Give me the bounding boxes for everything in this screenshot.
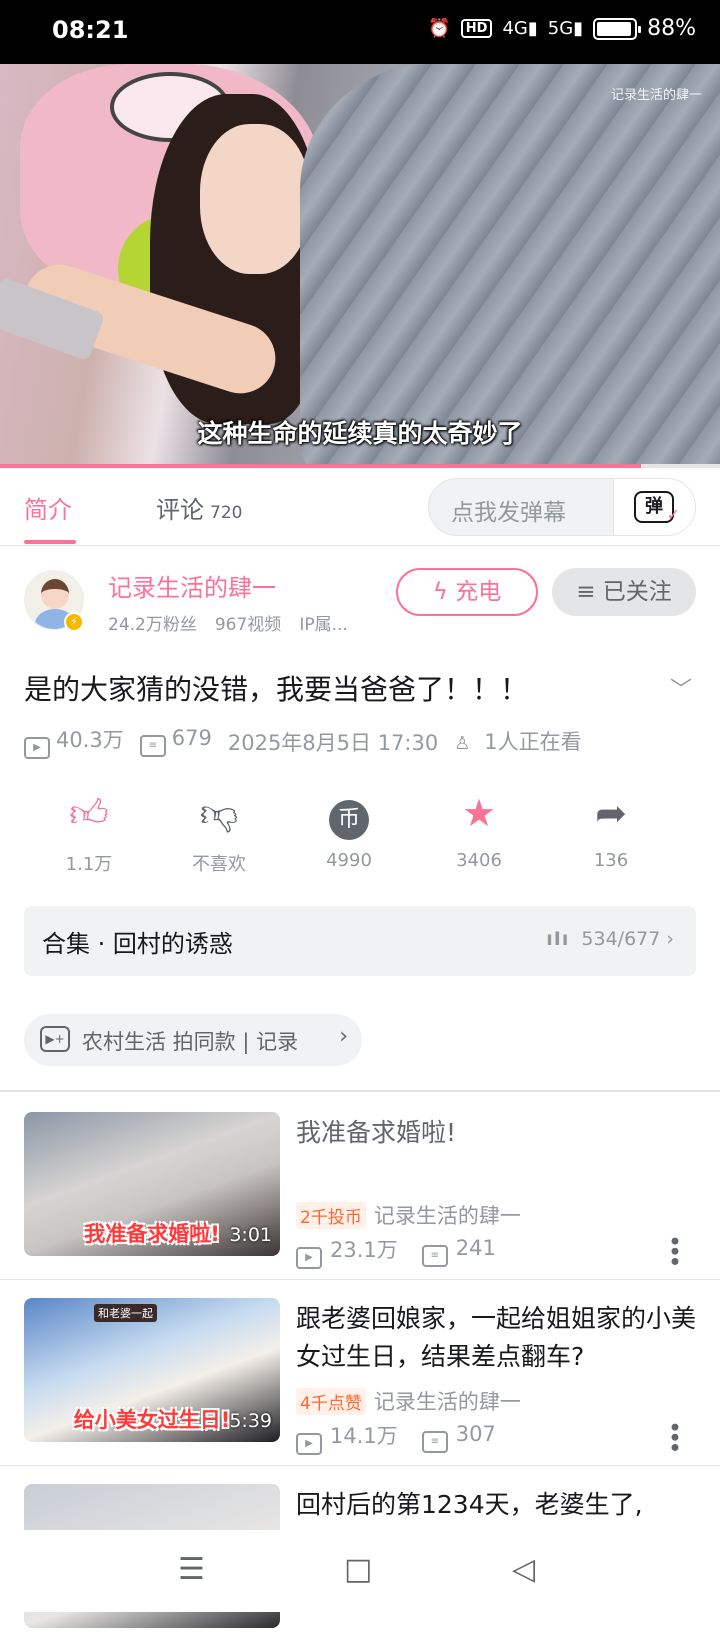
video-subtitle: 这种生命的延续真的太奇妙了	[197, 419, 523, 448]
coin-icon: 币	[329, 800, 369, 840]
uploader-ip: IP属...	[299, 615, 348, 635]
signal-4g-icon: 4G▮	[502, 18, 538, 39]
collection-progress: ıIı 534/677 ›	[546, 928, 674, 950]
tab-underline	[24, 540, 76, 544]
danmaku-stat: ≡ 679	[139, 726, 212, 757]
video-stats: ▶ 40.3万 ≡ 679 2025年8月5日 17:30 ♙ 1人正在看	[24, 724, 582, 759]
back-icon[interactable]: ◁	[512, 1552, 535, 1587]
play-icon: ▶	[296, 1247, 322, 1269]
menu-icon: ≡	[576, 579, 603, 605]
danmaku-count-icon: ≡	[139, 735, 166, 757]
status-time: 08:21	[52, 16, 129, 44]
charge-button[interactable]: ϟ 充电	[396, 568, 538, 616]
star-icon: ★	[461, 791, 497, 835]
uploader-videos: 967视频	[214, 615, 282, 635]
rec-uploader: 2千投币 记录生活的肆一	[296, 1200, 521, 1230]
more-options-icon[interactable]: •••	[660, 1234, 688, 1264]
thumbs-down-icon: 👎︎	[199, 791, 239, 835]
play-icon: ▶	[296, 1433, 322, 1455]
home-icon[interactable]: □	[344, 1552, 372, 1587]
watching-stat: ♙ 1人正在看	[454, 726, 581, 757]
video-watermark: 记录生活的肆一	[610, 88, 702, 103]
more-options-icon[interactable]: •••	[660, 1420, 688, 1450]
danmaku-placeholder: 点我发弹幕	[451, 500, 566, 526]
status-bar: 08:21 ⏰ HD 4G▮ 5G▮ 88%	[0, 0, 720, 64]
tab-comments-label: 评论	[156, 496, 204, 524]
battery-level: 88%	[647, 16, 696, 41]
system-nav-bar: ☰ □ ◁	[0, 1530, 720, 1612]
share-button[interactable]: ➦ 136	[551, 790, 671, 871]
rec-title: 回村后的第1234天，老婆生了,	[296, 1490, 643, 1519]
chevron-right-icon: ›	[666, 928, 674, 950]
chevron-down-icon[interactable]: ﹀	[670, 672, 692, 704]
signal-5g-icon: 5G▮	[547, 18, 584, 39]
list-item[interactable]: 和老婆一起 给小美女过生日! 5:39 跟老婆回娘家，一起给姐姐家的小美女过生日…	[0, 1280, 720, 1466]
publish-date: 2025年8月5日 17:30	[227, 730, 439, 755]
tab-intro[interactable]: 简介	[24, 490, 72, 525]
rec-badge: 2千投币	[296, 1202, 366, 1229]
status-icons: ⏰ HD 4G▮ 5G▮ 88%	[428, 16, 696, 41]
menu-icon[interactable]: ☰	[178, 1552, 205, 1587]
people-icon: ♙	[454, 733, 471, 754]
action-row: 👍︎ 1.1万 👎︎ 不喜欢 币 4990 ★ 3406 ➦ 136	[0, 790, 720, 880]
alarm-icon: ⏰	[428, 18, 451, 39]
lightning-icon: ϟ	[432, 579, 456, 605]
play-icon: ▶	[24, 737, 50, 759]
follow-button[interactable]: ≡ 已关注	[552, 568, 696, 616]
section-divider	[0, 1090, 720, 1092]
share-icon: ➦	[595, 791, 627, 835]
video-duration: 3:01	[229, 1224, 272, 1246]
hd-icon: HD	[460, 19, 493, 38]
video-player[interactable]: 记录生活的肆一 这种生命的延续真的太奇妙了	[0, 64, 720, 468]
rec-uploader: 4千点赞 记录生活的肆一	[296, 1386, 521, 1416]
danmaku-input[interactable]: 点我发弹幕 弹	[428, 478, 696, 536]
like-button[interactable]: 👍︎ 1.1万	[29, 790, 149, 876]
video-template-icon: ▶+	[40, 1026, 70, 1052]
video-duration: 5:39	[229, 1410, 272, 1432]
verified-badge-icon: ⚡	[64, 612, 84, 632]
battery-icon	[593, 17, 642, 40]
topic-tag-text: 农村生活 拍同款 | 记录	[82, 1030, 299, 1054]
collection-name: 合集 · 回村的诱惑	[42, 930, 233, 958]
uploader-fans: 24.2万粉丝	[108, 615, 197, 635]
thumbnail-tag: 和老婆一起	[94, 1304, 157, 1322]
rec-title: 跟老婆回娘家，一起给姐姐家的小美女过生日，结果差点翻车?	[296, 1304, 697, 1371]
video-title: 是的大家猜的没错，我要当爸爸了！！！	[24, 673, 529, 706]
rec-stats: ▶ 23.1万 ≡ 241	[296, 1234, 496, 1269]
thumbs-up-icon: 👍︎	[69, 791, 109, 835]
content-tabs: 简介 评论 720 点我发弹幕 弹	[0, 468, 720, 546]
playlist-icon: ıIı	[546, 928, 570, 950]
chevron-right-icon: ›	[339, 1024, 348, 1049]
rec-title: 我准备求婚啦!	[296, 1118, 457, 1147]
rec-stats: ▶ 14.1万 ≡ 307	[296, 1420, 496, 1455]
danmaku-count-icon: ≡	[421, 1431, 448, 1453]
danmaku-count-icon: ≡	[421, 1245, 448, 1267]
video-thumbnail[interactable]: 我准备求婚啦! 3:01	[24, 1112, 280, 1256]
dislike-button[interactable]: 👎︎ 不喜欢	[159, 790, 279, 876]
uploader-row: ⚡ 记录生活的肆一 24.2万粉丝 967视频 IP属... ϟ 充电 ≡ 已关注	[0, 560, 720, 640]
video-thumbnail[interactable]: 和老婆一起 给小美女过生日! 5:39	[24, 1298, 280, 1442]
uploader-name[interactable]: 记录生活的肆一	[108, 568, 276, 603]
views-stat: ▶ 40.3万	[24, 724, 124, 759]
favorite-button[interactable]: ★ 3406	[419, 790, 539, 871]
danmaku-toggle-button[interactable]: 弹	[613, 479, 695, 535]
collection-bar[interactable]: 合集 · 回村的诱惑 ıIı 534/677 ›	[24, 906, 696, 976]
coin-button[interactable]: 币 4990	[289, 790, 409, 871]
tab-comments[interactable]: 评论 720	[156, 490, 242, 525]
video-frame-face	[200, 124, 310, 274]
danmaku-icon: 弹	[634, 491, 680, 529]
rec-badge: 4千点赞	[296, 1388, 366, 1415]
video-frame-blanket	[300, 64, 720, 468]
uploader-meta: 24.2万粉丝 967视频 IP属...	[108, 610, 368, 635]
topic-tag-chip[interactable]: ▶+ 农村生活 拍同款 | 记录 ›	[24, 1014, 362, 1066]
tab-comments-count: 720	[210, 503, 243, 523]
list-item[interactable]: 我准备求婚啦! 3:01 我准备求婚啦! 2千投币 记录生活的肆一 ▶ 23.1万 …	[0, 1094, 720, 1280]
